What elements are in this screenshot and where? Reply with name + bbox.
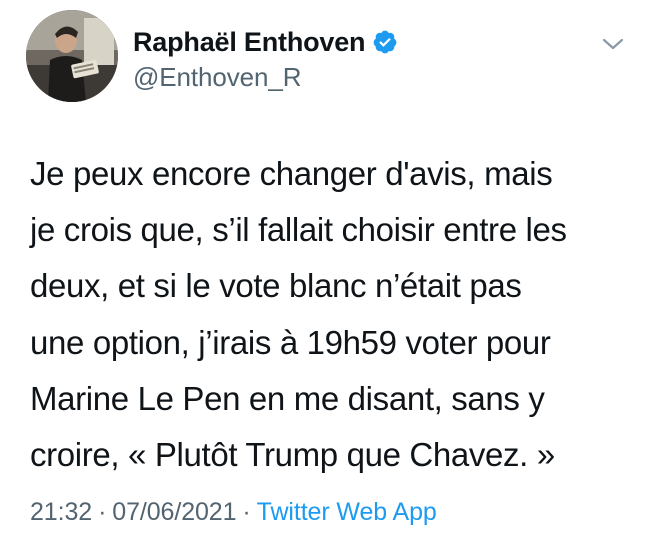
tweet-text-line: Marine Le Pen en me disant, sans y <box>30 379 545 417</box>
author-block: Raphaël Enthoven @Enthoven_R <box>133 24 398 93</box>
meta-separator: · <box>98 498 107 526</box>
tweet-text-line: deux, et si le vote blanc n’était pas <box>30 267 522 305</box>
tweet-meta: 21:32 · 07/06/2021 · Twitter Web App <box>30 498 437 527</box>
chevron-down-icon[interactable] <box>598 34 628 54</box>
tweet-text: Je peux encore changer d'avis, mais je c… <box>30 146 630 483</box>
author-name-row: Raphaël Enthoven <box>133 24 398 60</box>
tweet-date[interactable]: 07/06/2021 <box>112 498 236 526</box>
tweet-text-line: je crois que, s’il fallait choisir entre… <box>30 211 567 249</box>
tweet-source-link[interactable]: Twitter Web App <box>257 498 437 526</box>
tweet-text-line: Je peux encore changer d'avis, mais <box>30 155 553 192</box>
author-handle[interactable]: @Enthoven_R <box>133 62 398 93</box>
author-display-name[interactable]: Raphaël Enthoven <box>133 27 366 58</box>
tweet-time[interactable]: 21:32 <box>30 498 92 526</box>
tweet-text-line: croire, « Plutôt Trump que Chavez. » <box>30 436 555 474</box>
avatar[interactable] <box>26 10 118 102</box>
tweet-text-line: une option, j’irais à 19h59 voter pour <box>30 323 551 361</box>
verified-badge-icon <box>372 29 398 55</box>
meta-separator: · <box>242 498 251 526</box>
tweet-card: Raphaël Enthoven @Enthoven_R Je peux enc… <box>0 0 650 545</box>
